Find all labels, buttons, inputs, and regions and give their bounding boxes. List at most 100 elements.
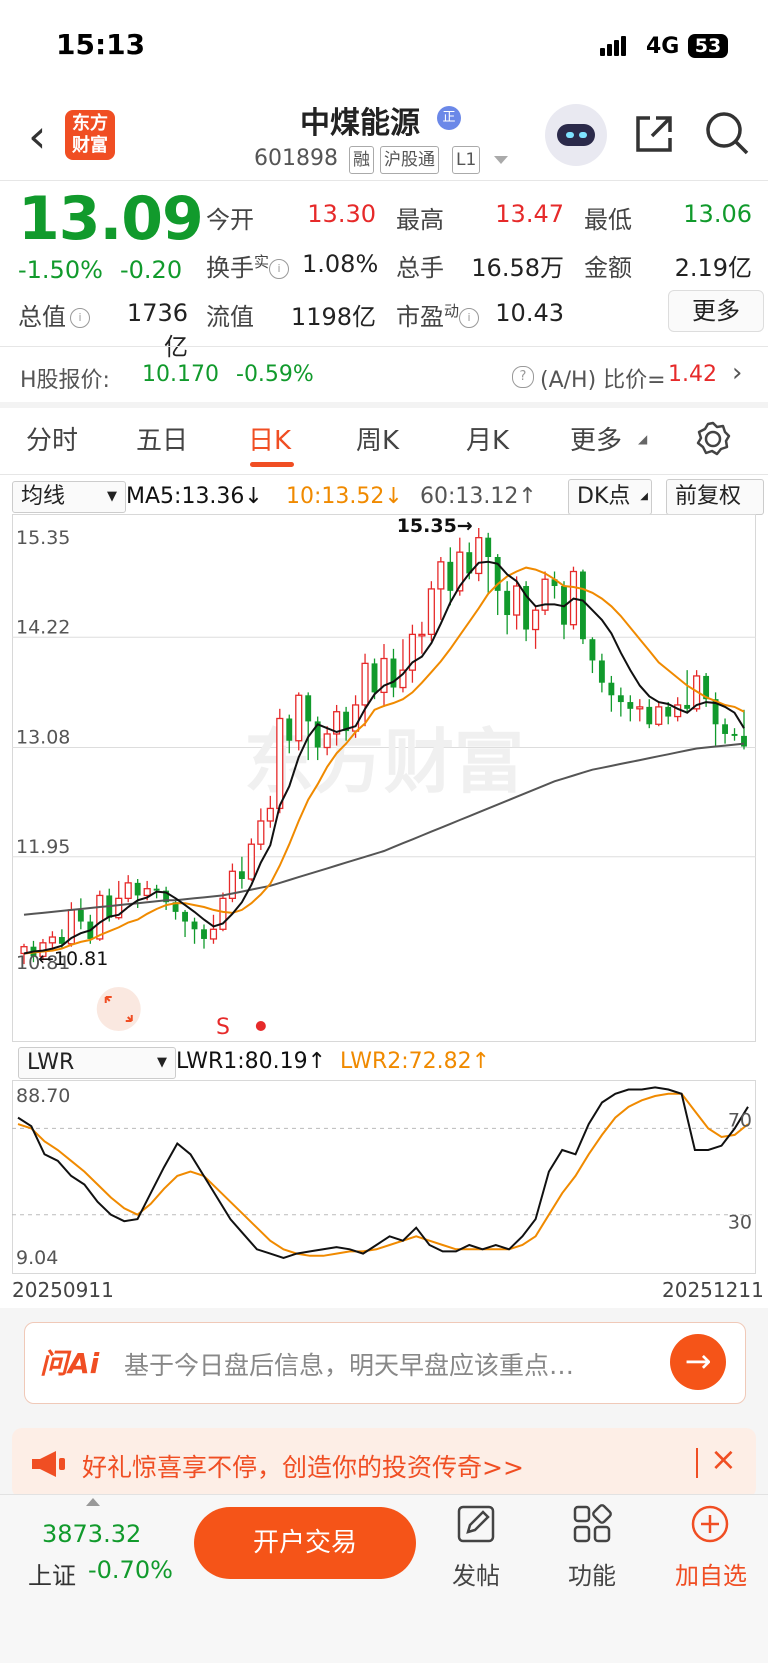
dk-point-label: DK点	[577, 484, 631, 509]
post-button[interactable]: 发帖	[446, 1556, 506, 1591]
ai-send-button[interactable]: →	[670, 1334, 726, 1390]
stock-name: 中煤能源	[300, 106, 420, 141]
candle-body	[731, 733, 738, 736]
high-marker: 15.35→	[397, 515, 473, 537]
candle-body	[646, 706, 653, 725]
ma5-value: MA5:13.36↓	[126, 484, 263, 509]
y-tick-label: 11.95	[16, 836, 70, 858]
pe-value: 10.43	[495, 299, 564, 327]
kline-chart[interactable]: 东方财富 15.3514.2213.0811.9510.8115.35→←10.…	[12, 514, 756, 1042]
candle-body	[276, 717, 284, 810]
corner-caret-icon: ◢	[640, 491, 648, 502]
adjust-button[interactable]: 前复权	[666, 479, 764, 515]
low-marker: ←10.81	[38, 948, 108, 970]
tab-five-day[interactable]: 五日	[136, 420, 188, 457]
volume-value: 16.58万	[471, 254, 564, 282]
ref-line-label: 30	[728, 1212, 752, 1234]
dk-point-button[interactable]: DK点 ◢	[568, 479, 652, 515]
code-dropdown-icon[interactable]	[494, 156, 508, 164]
logo-text-2: 财富	[72, 135, 108, 156]
candle-body	[201, 929, 207, 939]
candle-body	[655, 706, 663, 725]
ma60-value: 60:13.12↑	[420, 484, 537, 509]
turnover-value: 1.08%	[302, 250, 379, 278]
lwr-chart[interactable]: 70 30 88.70 9.04	[12, 1080, 756, 1274]
candle-body	[636, 706, 644, 710]
tag-margin[interactable]: 融	[349, 146, 374, 174]
lwr-select-label: LWR	[27, 1050, 75, 1075]
signal-icon	[600, 36, 628, 56]
question-icon[interactable]: ?	[512, 366, 534, 388]
dropdown-icon: ▼	[107, 489, 117, 504]
low-value: 13.06	[683, 200, 752, 228]
close-icon[interactable]: ×	[710, 1440, 737, 1478]
bottom-divider	[0, 1494, 768, 1495]
candle-body	[589, 639, 596, 661]
info-icon[interactable]: i	[269, 259, 290, 279]
banner-divider	[696, 1448, 698, 1478]
ah-ratio-label[interactable]: (A/H) 比价=	[540, 362, 666, 394]
indicator-select[interactable]: 均线 ▼	[12, 481, 126, 513]
ai-robot-icon[interactable]	[545, 104, 607, 166]
open-label: 今开	[206, 206, 254, 234]
megaphone-icon	[32, 1451, 65, 1477]
tab-weekly-k[interactable]: 周K	[356, 420, 399, 457]
pe-label-text: 市盈	[396, 303, 444, 331]
functions-icon[interactable]	[572, 1504, 612, 1544]
back-icon[interactable]: ‹	[28, 112, 46, 160]
add-watch-button[interactable]: 加自选	[666, 1556, 756, 1591]
banner-text[interactable]: 好礼惊喜享不停，创造你的投资传奇>>	[82, 1448, 524, 1484]
candle-body	[143, 888, 151, 897]
search-icon[interactable]	[704, 110, 750, 156]
open-value: 13.30	[307, 200, 376, 228]
amount-value: 2.19亿	[674, 254, 752, 282]
tab-intraday[interactable]: 分时	[26, 420, 78, 457]
stock-code: 601898	[254, 146, 338, 171]
edit-post-icon[interactable]	[456, 1504, 496, 1544]
status-bar: 15:13 4G 53	[0, 0, 768, 90]
candle-body	[257, 820, 265, 845]
lwr2-value: LWR2:72.82↑	[340, 1049, 491, 1074]
status-time: 15:13	[56, 28, 146, 61]
network-type: 4G	[646, 34, 680, 59]
candle-body	[598, 660, 605, 683]
candle-body	[371, 663, 378, 693]
header-divider	[0, 180, 768, 181]
gear-icon[interactable]	[694, 420, 732, 458]
amount-label: 金额	[584, 254, 632, 282]
info-icon[interactable]: i	[70, 308, 90, 328]
index-name[interactable]: 上证	[28, 1556, 76, 1591]
candle-body	[475, 537, 483, 575]
trade-button[interactable]: 开户交易	[194, 1507, 416, 1579]
y-tick-label: 15.35	[16, 527, 70, 549]
tag-level[interactable]: L1	[452, 146, 481, 174]
functions-button[interactable]: 功能	[562, 1556, 622, 1591]
candle-body	[427, 588, 435, 636]
candle-body	[418, 633, 426, 637]
tag-connect[interactable]: 沪股通	[380, 146, 439, 174]
candle-body	[722, 724, 728, 734]
lwr-select[interactable]: LWR ▼	[18, 1047, 176, 1079]
candle-body	[134, 882, 141, 896]
info-icon[interactable]: i	[459, 308, 480, 328]
low-label: 最低	[584, 206, 632, 234]
index-change[interactable]: -0.70%	[88, 1556, 173, 1584]
expand-icon	[96, 987, 141, 1031]
chevron-right-icon[interactable]: ›	[732, 358, 742, 388]
candle-body	[504, 590, 511, 616]
tab-daily-k[interactable]: 日K	[248, 420, 291, 457]
pe-sup: 动	[444, 302, 460, 320]
candle-body	[531, 609, 540, 631]
share-icon[interactable]	[632, 112, 676, 156]
ai-placeholder[interactable]: 基于今日盘后信息，明天早盘应该重点…	[124, 1346, 574, 1382]
more-button[interactable]: 更多	[668, 290, 764, 332]
index-value[interactable]: 3873.32	[42, 1520, 141, 1548]
tab-more[interactable]: 更多	[570, 420, 622, 457]
candle-body	[124, 882, 132, 899]
eastmoney-logo[interactable]: 东方 财富	[65, 110, 115, 160]
volume-label: 总手	[396, 254, 444, 282]
x-start-date: 20250911	[12, 1278, 114, 1302]
add-watch-icon[interactable]	[690, 1504, 730, 1544]
tab-monthly-k[interactable]: 月K	[466, 420, 509, 457]
turnover-sup: 实	[254, 253, 270, 271]
